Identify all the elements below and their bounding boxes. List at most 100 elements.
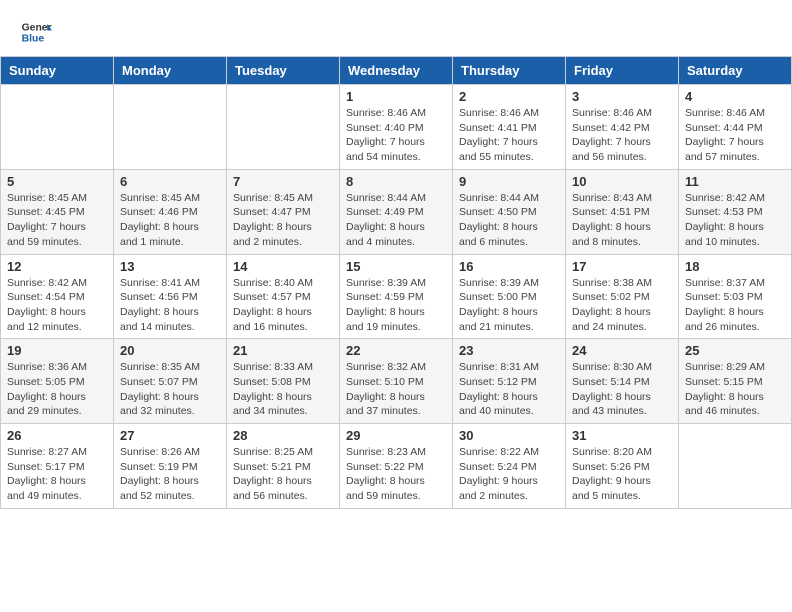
calendar-day-header: Monday xyxy=(114,57,227,85)
day-info: Sunrise: 8:36 AM Sunset: 5:05 PM Dayligh… xyxy=(7,360,107,419)
day-number: 22 xyxy=(346,343,446,358)
calendar-cell: 31 Sunrise: 8:20 AM Sunset: 5:26 PM Dayli… xyxy=(566,424,679,509)
day-number: 11 xyxy=(685,174,785,189)
day-info: Sunrise: 8:29 AM Sunset: 5:15 PM Dayligh… xyxy=(685,360,785,419)
calendar-cell: 19 Sunrise: 8:36 AM Sunset: 5:05 PM Dayli… xyxy=(1,339,114,424)
day-info: Sunrise: 8:31 AM Sunset: 5:12 PM Dayligh… xyxy=(459,360,559,419)
calendar-cell: 3 Sunrise: 8:46 AM Sunset: 4:42 PM Daylig… xyxy=(566,85,679,170)
day-info: Sunrise: 8:42 AM Sunset: 4:54 PM Dayligh… xyxy=(7,276,107,335)
calendar-day-header: Thursday xyxy=(453,57,566,85)
day-number: 25 xyxy=(685,343,785,358)
day-info: Sunrise: 8:35 AM Sunset: 5:07 PM Dayligh… xyxy=(120,360,220,419)
calendar-day-header: Tuesday xyxy=(227,57,340,85)
day-number: 26 xyxy=(7,428,107,443)
day-info: Sunrise: 8:38 AM Sunset: 5:02 PM Dayligh… xyxy=(572,276,672,335)
calendar-cell: 23 Sunrise: 8:31 AM Sunset: 5:12 PM Dayli… xyxy=(453,339,566,424)
calendar-cell: 16 Sunrise: 8:39 AM Sunset: 5:00 PM Dayli… xyxy=(453,254,566,339)
logo: General Blue xyxy=(20,16,58,48)
calendar-table: SundayMondayTuesdayWednesdayThursdayFrid… xyxy=(0,56,792,509)
day-info: Sunrise: 8:45 AM Sunset: 4:45 PM Dayligh… xyxy=(7,191,107,250)
day-info: Sunrise: 8:26 AM Sunset: 5:19 PM Dayligh… xyxy=(120,445,220,504)
calendar-day-header: Saturday xyxy=(679,57,792,85)
calendar-cell: 7 Sunrise: 8:45 AM Sunset: 4:47 PM Daylig… xyxy=(227,169,340,254)
day-number: 7 xyxy=(233,174,333,189)
calendar-cell: 2 Sunrise: 8:46 AM Sunset: 4:41 PM Daylig… xyxy=(453,85,566,170)
calendar-day-header: Friday xyxy=(566,57,679,85)
day-info: Sunrise: 8:46 AM Sunset: 4:40 PM Dayligh… xyxy=(346,106,446,165)
calendar-header: SundayMondayTuesdayWednesdayThursdayFrid… xyxy=(1,57,792,85)
day-number: 27 xyxy=(120,428,220,443)
day-number: 28 xyxy=(233,428,333,443)
day-info: Sunrise: 8:45 AM Sunset: 4:47 PM Dayligh… xyxy=(233,191,333,250)
day-number: 10 xyxy=(572,174,672,189)
day-number: 3 xyxy=(572,89,672,104)
day-info: Sunrise: 8:33 AM Sunset: 5:08 PM Dayligh… xyxy=(233,360,333,419)
day-info: Sunrise: 8:39 AM Sunset: 4:59 PM Dayligh… xyxy=(346,276,446,335)
day-number: 9 xyxy=(459,174,559,189)
calendar-cell: 21Sunrise: 8:33 AM Sunset: 5:08 PM Dayli… xyxy=(227,339,340,424)
calendar-body: 1 Sunrise: 8:46 AM Sunset: 4:40 PM Daylig… xyxy=(1,85,792,509)
calendar-cell: 13 Sunrise: 8:41 AM Sunset: 4:56 PM Dayli… xyxy=(114,254,227,339)
day-number: 24 xyxy=(572,343,672,358)
calendar-cell: 11Sunrise: 8:42 AM Sunset: 4:53 PM Dayli… xyxy=(679,169,792,254)
page-header: General Blue xyxy=(0,0,792,56)
day-number: 29 xyxy=(346,428,446,443)
calendar-cell: 27 Sunrise: 8:26 AM Sunset: 5:19 PM Dayli… xyxy=(114,424,227,509)
day-number: 5 xyxy=(7,174,107,189)
calendar-cell: 28 Sunrise: 8:25 AM Sunset: 5:21 PM Dayli… xyxy=(227,424,340,509)
calendar-cell: 18 Sunrise: 8:37 AM Sunset: 5:03 PM Dayli… xyxy=(679,254,792,339)
day-number: 31 xyxy=(572,428,672,443)
day-number: 19 xyxy=(7,343,107,358)
calendar-cell: 29 Sunrise: 8:23 AM Sunset: 5:22 PM Dayli… xyxy=(340,424,453,509)
calendar-day-header: Sunday xyxy=(1,57,114,85)
svg-text:Blue: Blue xyxy=(22,34,45,45)
calendar-cell: 30Sunrise: 8:22 AM Sunset: 5:24 PM Dayli… xyxy=(453,424,566,509)
day-info: Sunrise: 8:44 AM Sunset: 4:49 PM Dayligh… xyxy=(346,191,446,250)
day-number: 13 xyxy=(120,259,220,274)
day-info: Sunrise: 8:46 AM Sunset: 4:42 PM Dayligh… xyxy=(572,106,672,165)
day-number: 23 xyxy=(459,343,559,358)
calendar-cell: 24 Sunrise: 8:30 AM Sunset: 5:14 PM Dayli… xyxy=(566,339,679,424)
calendar-cell xyxy=(227,85,340,170)
day-info: Sunrise: 8:23 AM Sunset: 5:22 PM Dayligh… xyxy=(346,445,446,504)
day-number: 30 xyxy=(459,428,559,443)
day-info: Sunrise: 8:27 AM Sunset: 5:17 PM Dayligh… xyxy=(7,445,107,504)
day-info: Sunrise: 8:43 AM Sunset: 4:51 PM Dayligh… xyxy=(572,191,672,250)
day-info: Sunrise: 8:41 AM Sunset: 4:56 PM Dayligh… xyxy=(120,276,220,335)
calendar-cell xyxy=(114,85,227,170)
calendar-cell: 14 Sunrise: 8:40 AM Sunset: 4:57 PM Dayli… xyxy=(227,254,340,339)
day-info: Sunrise: 8:44 AM Sunset: 4:50 PM Dayligh… xyxy=(459,191,559,250)
day-number: 15 xyxy=(346,259,446,274)
calendar-cell: 12Sunrise: 8:42 AM Sunset: 4:54 PM Dayli… xyxy=(1,254,114,339)
calendar-cell: 5 Sunrise: 8:45 AM Sunset: 4:45 PM Daylig… xyxy=(1,169,114,254)
day-info: Sunrise: 8:30 AM Sunset: 5:14 PM Dayligh… xyxy=(572,360,672,419)
day-info: Sunrise: 8:46 AM Sunset: 4:41 PM Dayligh… xyxy=(459,106,559,165)
calendar-cell: 22 Sunrise: 8:32 AM Sunset: 5:10 PM Dayli… xyxy=(340,339,453,424)
day-number: 1 xyxy=(346,89,446,104)
calendar-cell: 1 Sunrise: 8:46 AM Sunset: 4:40 PM Daylig… xyxy=(340,85,453,170)
calendar-cell: 4Sunrise: 8:46 AM Sunset: 4:44 PM Daylig… xyxy=(679,85,792,170)
day-number: 17 xyxy=(572,259,672,274)
day-info: Sunrise: 8:32 AM Sunset: 5:10 PM Dayligh… xyxy=(346,360,446,419)
day-number: 14 xyxy=(233,259,333,274)
calendar-cell: 8Sunrise: 8:44 AM Sunset: 4:49 PM Daylig… xyxy=(340,169,453,254)
day-info: Sunrise: 8:20 AM Sunset: 5:26 PM Dayligh… xyxy=(572,445,672,504)
calendar-cell xyxy=(1,85,114,170)
calendar-cell: 10 Sunrise: 8:43 AM Sunset: 4:51 PM Dayli… xyxy=(566,169,679,254)
day-number: 16 xyxy=(459,259,559,274)
day-info: Sunrise: 8:40 AM Sunset: 4:57 PM Dayligh… xyxy=(233,276,333,335)
calendar-cell: 20 Sunrise: 8:35 AM Sunset: 5:07 PM Dayli… xyxy=(114,339,227,424)
calendar-cell: 17 Sunrise: 8:38 AM Sunset: 5:02 PM Dayli… xyxy=(566,254,679,339)
calendar-cell: 6Sunrise: 8:45 AM Sunset: 4:46 PM Daylig… xyxy=(114,169,227,254)
day-info: Sunrise: 8:37 AM Sunset: 5:03 PM Dayligh… xyxy=(685,276,785,335)
day-info: Sunrise: 8:45 AM Sunset: 4:46 PM Dayligh… xyxy=(120,191,220,250)
day-number: 2 xyxy=(459,89,559,104)
calendar-cell: 26 Sunrise: 8:27 AM Sunset: 5:17 PM Dayli… xyxy=(1,424,114,509)
day-number: 20 xyxy=(120,343,220,358)
day-info: Sunrise: 8:25 AM Sunset: 5:21 PM Dayligh… xyxy=(233,445,333,504)
calendar-cell: 15 Sunrise: 8:39 AM Sunset: 4:59 PM Dayli… xyxy=(340,254,453,339)
day-number: 18 xyxy=(685,259,785,274)
day-info: Sunrise: 8:46 AM Sunset: 4:44 PM Dayligh… xyxy=(685,106,785,165)
calendar-cell xyxy=(679,424,792,509)
day-info: Sunrise: 8:39 AM Sunset: 5:00 PM Dayligh… xyxy=(459,276,559,335)
